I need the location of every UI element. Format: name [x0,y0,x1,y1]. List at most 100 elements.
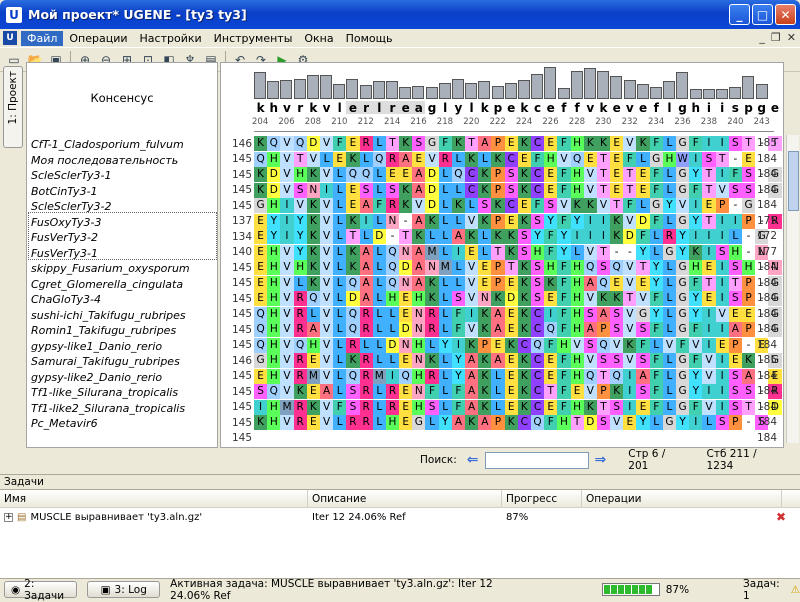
residue-cell[interactable]: L [372,136,386,152]
sequence-row[interactable]: 134 E Y I Y K V L T L D - T K L L A K L K K S Y F Y I I I K D F L R Y I I I L… [221,229,769,245]
residue-cell[interactable]: Y [689,368,703,384]
residue-cell[interactable]: S [530,260,545,276]
residue-cell[interactable]: M [306,368,320,384]
residue-cell[interactable]: I [715,167,729,183]
residue-cell[interactable]: V [280,275,294,291]
residue-cell[interactable]: S [517,229,531,245]
residue-cell[interactable]: K [254,136,268,152]
residue-cell[interactable]: V [583,384,597,400]
residue-cell[interactable]: Y [438,415,452,431]
minimize-button[interactable]: _ [729,4,750,25]
residue-cell[interactable]: Q [570,151,584,167]
sequence-row[interactable]: 137 E Y I Y K V L K I L N - A K L L V K P E K S Y F Y I I K V D F L G Y T I I… [221,213,782,230]
residue-cell[interactable]: - [385,229,400,245]
sequence-row[interactable]: 145 K H V R E V L R R L H E G L Y A K A P K C Q F H T D S V E Y L G Y I L S P… [221,415,769,431]
residue-cell[interactable]: K [517,275,531,291]
sequence-row[interactable]: 145 K D V S N I L E S L S K A D L L C K P S K C E F H V T E T E F L G F T V S… [221,182,782,199]
residue-cell[interactable]: - [728,151,742,167]
residue-cell[interactable]: S [741,167,756,183]
residue-cell[interactable]: L [451,151,465,167]
residue-cell[interactable]: T [623,182,637,198]
residue-cell[interactable]: K [517,136,531,152]
residue-cell[interactable]: L [333,167,347,183]
residue-cell[interactable]: F [557,384,571,400]
residue-cell[interactable]: I [715,322,729,338]
residue-cell[interactable]: F [557,306,571,322]
residue-cell[interactable]: E [544,399,558,415]
sequence-name[interactable]: BotCinTy3-1 [31,185,98,201]
residue-cell[interactable]: V [306,151,320,167]
residue-cell[interactable]: V [583,244,597,260]
residue-cell[interactable]: Q [583,368,597,384]
residue-cell[interactable]: G [676,353,690,369]
residue-cell[interactable]: I [280,213,294,229]
residue-cell[interactable]: L [438,306,452,322]
residue-cell[interactable]: R [425,322,439,338]
residue-cell[interactable]: L [333,322,347,338]
residue-cell[interactable]: L [451,260,465,276]
residue-cell[interactable]: L [372,415,386,431]
sequence-name[interactable]: gypsy-like1_Danio_rerio [31,340,162,356]
residue-cell[interactable]: F [451,399,465,415]
residue-cell[interactable]: H [570,182,584,198]
residue-cell[interactable]: K [517,322,531,338]
residue-cell[interactable]: L [662,182,676,198]
residue-cell[interactable]: G [676,384,690,400]
residue-cell[interactable]: Y [451,368,465,384]
residue-cell[interactable]: K [451,136,465,152]
residue-cell[interactable]: L [372,275,386,291]
residue-cell[interactable]: A [319,384,334,400]
residue-cell[interactable]: T [346,229,360,245]
residue-cell[interactable]: N [399,244,413,260]
residue-cell[interactable]: T [596,244,611,260]
residue-cell[interactable]: C [530,136,545,152]
residue-cell[interactable]: A [412,182,426,198]
residue-cell[interactable]: P [741,322,756,338]
residue-cell[interactable]: Q [385,260,400,276]
residue-cell[interactable]: K [399,182,413,198]
residue-cell[interactable]: I [544,306,558,322]
sequence-row[interactable]: 145 K D V H K V L Q Q L E E A D L Q C K P S K C E F H V T E T E F L G Y T I F… [221,167,782,183]
residue-cell[interactable]: F [689,353,703,369]
residue-cell[interactable]: V [280,182,294,198]
residue-cell[interactable]: A [412,213,426,229]
residue-cell[interactable]: I [451,337,465,353]
residue-cell[interactable]: F [451,322,465,338]
residue-cell[interactable]: G [676,260,690,276]
residue-cell[interactable]: V [280,151,294,167]
residue-cell[interactable]: F [557,167,571,183]
residue-cell[interactable]: T [636,260,650,276]
residue-cell[interactable]: E [399,353,413,369]
residue-cell[interactable]: H [385,291,400,307]
residue-cell[interactable]: K [306,229,320,245]
residue-cell[interactable]: V [319,353,334,369]
residue-cell[interactable]: F [689,182,703,198]
residue-cell[interactable]: M [438,260,452,276]
residue-cell[interactable]: G [412,415,426,431]
sequence-row[interactable]: 145 Q H V R A V L Q R L L D N R L F V K A E K C Q F H A P S V S F L G F I I A… [221,322,782,338]
residue-cell[interactable]: H [267,399,281,415]
residue-cell[interactable]: Y [570,213,584,229]
residue-cell[interactable]: H [412,337,426,353]
residue-cell[interactable]: S [596,353,611,369]
residue-cell[interactable]: F [557,353,571,369]
residue-cell[interactable]: V [689,337,703,353]
residue-cell[interactable]: I [689,229,703,245]
residue-cell[interactable]: E [636,167,650,183]
residue-cell[interactable]: K [491,151,505,167]
residue-cell[interactable]: F [689,399,703,415]
residue-cell[interactable]: E [399,291,413,307]
residue-cell[interactable]: V [465,322,479,338]
residue-cell[interactable]: V [583,353,597,369]
residue-cell[interactable]: L [662,275,676,291]
residue-cell[interactable]: K [544,275,558,291]
residue-cell[interactable]: R [359,136,373,152]
residue-cell[interactable]: H [267,244,281,260]
residue-cell[interactable]: Q [610,368,624,384]
residue-cell[interactable]: E [544,353,558,369]
residue-cell[interactable]: F [649,384,663,400]
residue-cell[interactable]: S [741,384,756,400]
tasks-tab-button[interactable]: ◉ 2: Задачи [4,578,78,602]
residue-cell[interactable]: F [333,136,347,152]
residue-cell[interactable]: E [702,291,716,307]
